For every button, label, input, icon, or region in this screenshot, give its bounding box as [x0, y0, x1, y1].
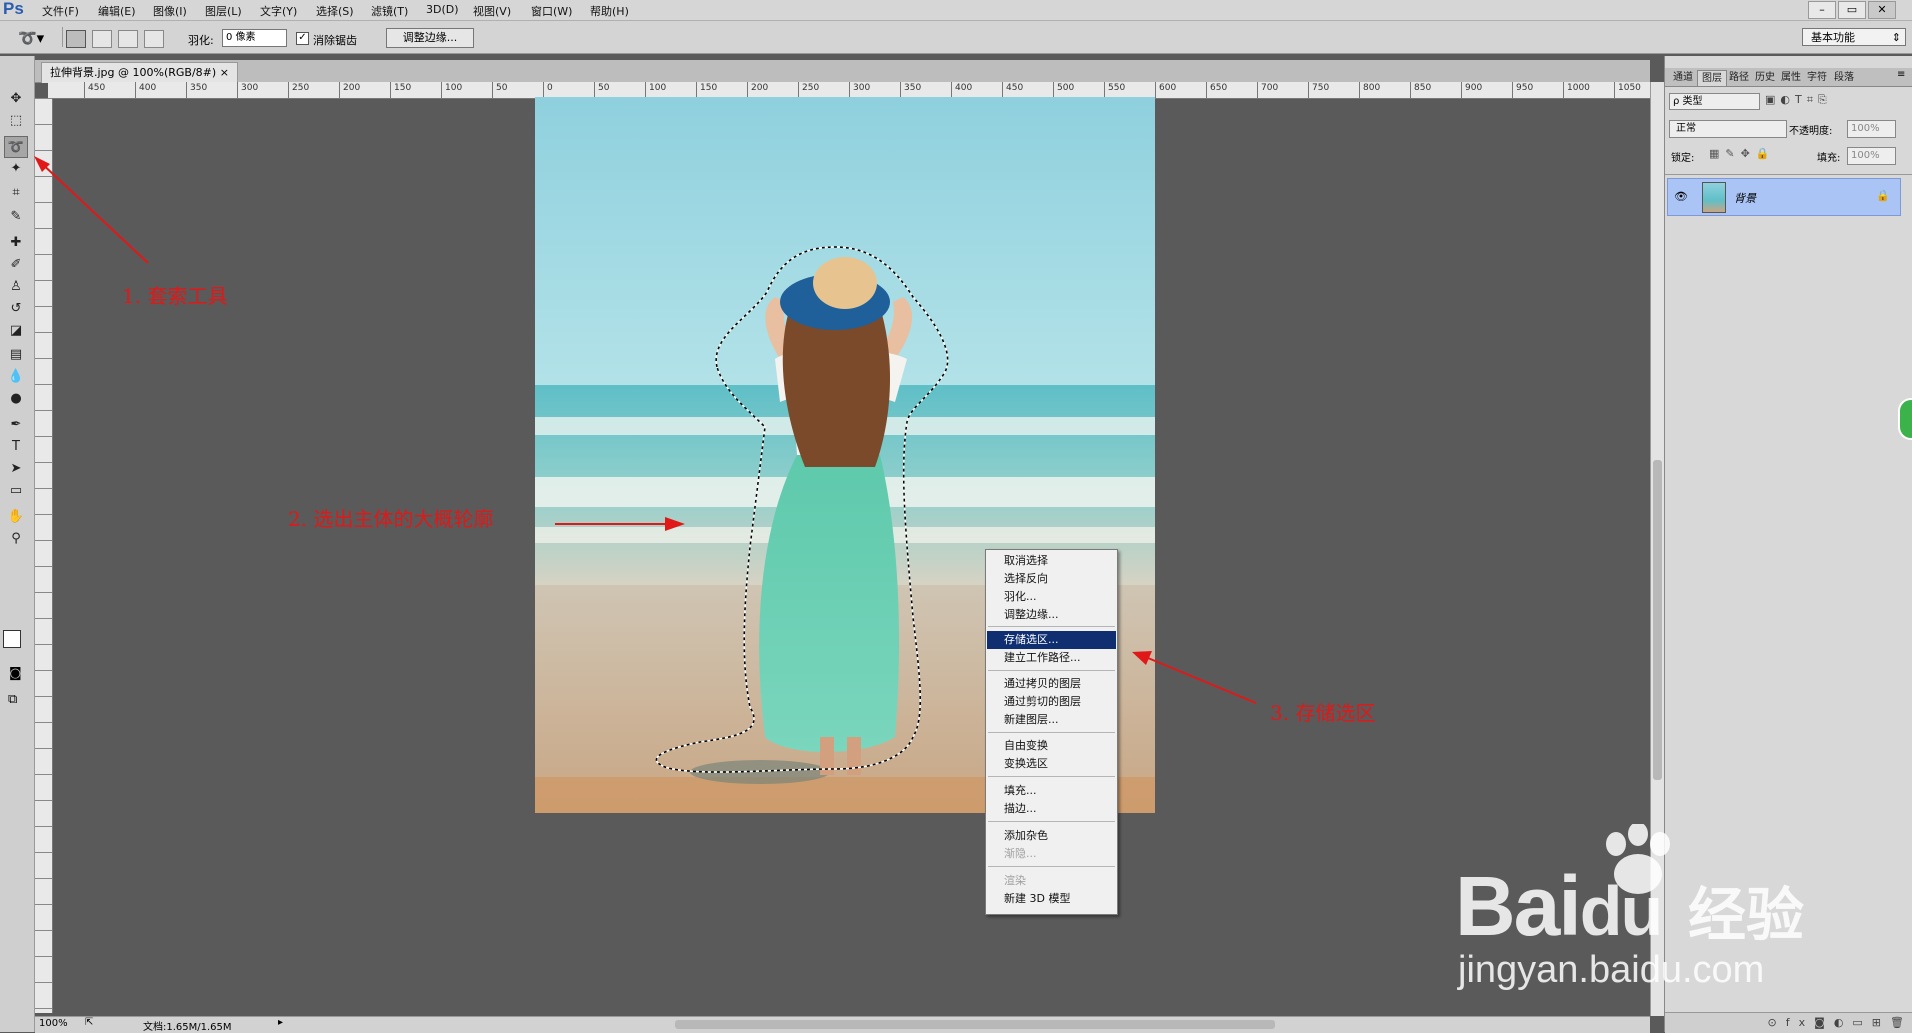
annotation-step1: 1. 套索工具	[122, 284, 228, 308]
baidu-paw-icon	[1606, 824, 1670, 894]
arrow-head-subject	[665, 517, 685, 531]
watermark-cn: 经验	[1688, 881, 1805, 949]
watermark-url: jingyan.baidu.com	[1458, 949, 1765, 991]
arrow-to-save	[1147, 657, 1257, 704]
arrow-to-lasso	[37, 159, 149, 264]
arrow-head-save	[1132, 651, 1152, 665]
annotation-step3: 3. 存储选区	[1270, 701, 1376, 725]
annotation-step2: 2. 选出主体的大概轮廓	[288, 507, 494, 531]
watermark-bai: Bai	[1455, 859, 1582, 953]
